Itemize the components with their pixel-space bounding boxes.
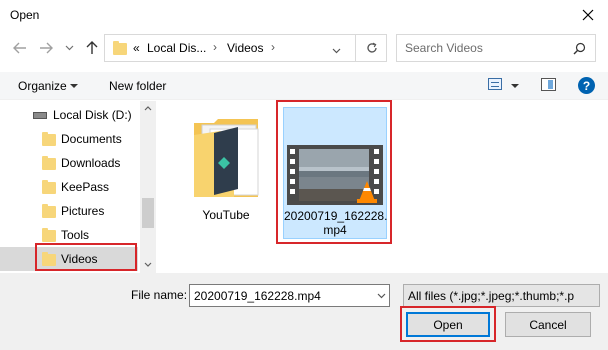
scroll-down-icon[interactable]: [144, 262, 152, 267]
view-options-icon[interactable]: [488, 78, 502, 90]
refresh-icon: [366, 42, 377, 53]
folder-icon: [42, 156, 56, 170]
refresh-button[interactable]: [355, 35, 387, 61]
back-button[interactable]: [10, 38, 30, 58]
chevron-down-icon: [332, 48, 341, 54]
breadcrumb-separator-icon: ›: [213, 40, 217, 54]
filename-value: 20200719_162228.mp4: [194, 289, 321, 303]
back-arrow-icon: [13, 42, 26, 54]
scroll-up-icon[interactable]: [144, 106, 152, 111]
up-arrow-icon: [86, 41, 98, 54]
folder-icon: [42, 132, 56, 146]
address-dropdown-button[interactable]: [332, 43, 341, 57]
highlight-selected-video: [276, 100, 392, 244]
file-item-youtube[interactable]: YouTube: [178, 113, 274, 223]
new-folder-button[interactable]: New folder: [109, 79, 166, 93]
title-bar: Open: [0, 0, 608, 30]
open-file-dialog: Open « Local Dis... › Videos › Search Vi…: [0, 0, 608, 350]
file-type-select[interactable]: All files (*.jpg;*.jpeg;*.thumb;*.p: [403, 284, 600, 307]
folder-icon: [42, 228, 56, 242]
close-icon: [582, 9, 594, 21]
chevron-down-icon: [65, 45, 73, 51]
highlight-open-button: [400, 306, 496, 342]
close-button[interactable]: [568, 0, 608, 30]
bottom-panel: File name: 20200719_162228.mp4 All files…: [0, 273, 608, 350]
chevron-down-icon: [70, 84, 78, 88]
chevron-down-icon[interactable]: [377, 293, 386, 299]
recent-locations-button[interactable]: [59, 38, 79, 58]
cancel-button[interactable]: Cancel: [505, 312, 591, 337]
scroll-thumb[interactable]: [142, 198, 154, 228]
forward-button[interactable]: [36, 38, 56, 58]
breadcrumb-local-disk[interactable]: Local Dis...: [147, 41, 206, 55]
file-type-value: All files (*.jpg;*.jpeg;*.thumb;*.p: [408, 289, 575, 303]
nav-item-label: KeePass: [61, 180, 110, 194]
folder-icon: [113, 41, 127, 55]
cancel-button-label: Cancel: [529, 317, 567, 332]
nav-item-downloads[interactable]: Downloads: [0, 151, 138, 175]
nav-item-label: Local Disk (D:): [53, 108, 132, 122]
nav-item-label: Tools: [61, 228, 90, 242]
nav-item-label: Documents: [61, 132, 122, 146]
breadcrumb-separator-icon: ›: [271, 40, 275, 54]
help-icon[interactable]: ?: [578, 77, 595, 94]
highlight-videos-nav: [35, 243, 137, 271]
nav-item-documents[interactable]: Documents: [0, 127, 138, 151]
search-box[interactable]: Search Videos: [396, 34, 596, 62]
filename-input[interactable]: 20200719_162228.mp4: [189, 284, 390, 307]
nav-item-pictures[interactable]: Pictures: [0, 199, 138, 223]
folder-icon: [42, 204, 56, 218]
nav-item-local-disk[interactable]: Local Disk (D:): [0, 103, 138, 127]
folder-icon: [42, 180, 56, 194]
up-button[interactable]: [82, 38, 102, 58]
organize-button[interactable]: Organize: [18, 79, 67, 93]
toolbar: Organize New folder ?: [0, 72, 608, 100]
nav-item-label: Downloads: [61, 156, 121, 170]
nav-item-keepass[interactable]: KeePass: [0, 175, 138, 199]
nav-item-label: Pictures: [61, 204, 105, 218]
filename-label: File name:: [131, 288, 188, 302]
window-title: Open: [10, 8, 40, 22]
breadcrumb-overflow[interactable]: «: [133, 41, 140, 55]
preview-pane-icon[interactable]: [541, 78, 556, 91]
forward-arrow-icon: [40, 42, 53, 54]
address-bar[interactable]: « Local Dis... › Videos ›: [104, 34, 387, 62]
view-dropdown-icon[interactable]: [511, 84, 519, 89]
drive-icon: [33, 112, 47, 119]
breadcrumb-videos[interactable]: Videos: [227, 41, 263, 55]
folder-icon: [194, 119, 259, 197]
search-icon: [573, 42, 586, 55]
nav-scrollbar[interactable]: [140, 101, 156, 273]
search-input[interactable]: Search Videos: [405, 41, 483, 55]
file-item-label: YouTube: [202, 208, 250, 222]
